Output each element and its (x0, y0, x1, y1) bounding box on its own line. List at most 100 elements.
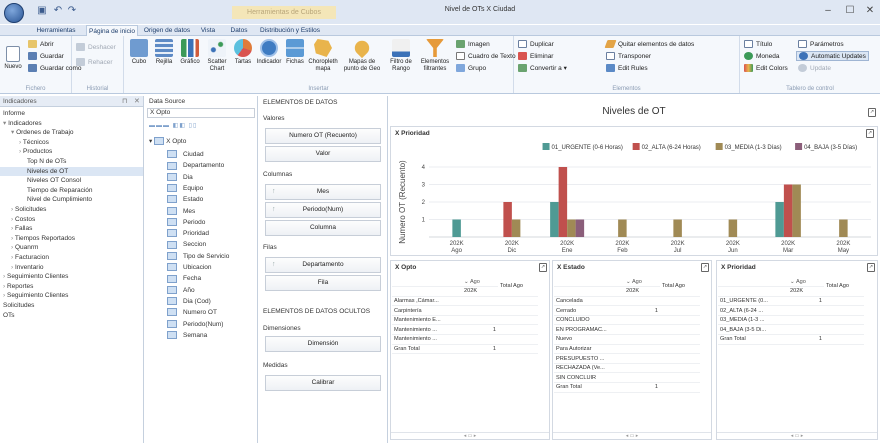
field-item[interactable]: Semana (167, 330, 207, 341)
edit-colors-button[interactable]: Edit Colors (744, 64, 788, 74)
insert-geo-map-button[interactable]: Mapas de punto de Geo (342, 37, 382, 73)
parameters-button[interactable]: Parámetros (798, 40, 844, 50)
table-row[interactable]: 04_BAJA (3-5 Di... (718, 324, 864, 336)
close-panel-icon[interactable]: ✕ (134, 97, 140, 105)
pivot-column-header[interactable]: ⌄ Ago (624, 277, 660, 288)
insert-chart-button[interactable]: Gráfico (178, 39, 202, 66)
field-item[interactable]: Seccion (167, 239, 206, 250)
horizontal-scrollbar[interactable]: ◂ ▭ ▸ (391, 432, 549, 439)
table-row[interactable]: Gran Total 1 (554, 382, 700, 393)
value-numero-ot[interactable]: Numero OT (Recuento) (265, 128, 381, 144)
update-button[interactable]: Update (798, 64, 831, 74)
table-row[interactable]: Para Autorizar (554, 344, 700, 355)
remove-data-items-button[interactable]: Quitar elementos de datos (604, 40, 694, 50)
dimension-placeholder[interactable]: Dimensión (265, 336, 381, 352)
convert-to-button[interactable]: Convertir a ▾ (518, 64, 567, 74)
tree-item[interactable]: › Técnicos (0, 138, 143, 148)
field-item[interactable]: Mes (167, 206, 195, 217)
table-row[interactable]: EN PROGRAMAC... (554, 324, 700, 336)
source-toolbar-icons[interactable]: ▬▬▬ ◧◧ ▯▯ (149, 122, 209, 131)
insert-gauge-button[interactable]: Indicador (256, 39, 282, 66)
new-button[interactable]: Nuevo (2, 46, 24, 71)
table-row[interactable]: 02_ALTA (6-24 ... (718, 305, 864, 316)
export-dashboard-icon[interactable]: ↗ (868, 108, 876, 117)
table-row[interactable]: RECHAZADA (Ve... (554, 363, 700, 374)
tree-item[interactable]: ▾ Ordenes de Trabajo (0, 128, 143, 138)
tree-item[interactable]: › Solicitudes (0, 205, 143, 215)
column-mes[interactable]: ↑ Mes (265, 184, 381, 200)
tree-item[interactable]: Tiempo de Reparación (0, 186, 143, 196)
redo-icon[interactable]: ↷ (66, 5, 78, 17)
table-row[interactable]: Mantenimiento ... 1 (392, 324, 538, 336)
data-source-selector[interactable]: X Opto (147, 108, 255, 118)
tab-origen-datos[interactable]: Origen de datos (142, 25, 192, 36)
tree-item[interactable]: Nivel de Cumplimiento (0, 195, 143, 205)
undo-icon[interactable]: ↶ (52, 5, 64, 17)
tree-item[interactable]: › Reportes (0, 282, 143, 292)
duplicate-button[interactable]: Duplicar (518, 40, 554, 50)
save-icon[interactable]: ▣ (36, 5, 48, 17)
tree-item[interactable]: Solicitudes (0, 301, 143, 311)
edit-rules-button[interactable]: Edit Rules (606, 64, 648, 74)
tree-item[interactable]: › Inventario (0, 263, 143, 273)
tree-item[interactable]: Niveles OT Consol (0, 176, 143, 186)
pin-icon[interactable]: ⊓ (122, 97, 127, 105)
field-item[interactable]: Numero OT (167, 307, 217, 318)
field-item[interactable]: Año (167, 285, 195, 296)
table-row[interactable]: PRESUPUESTO ... (554, 353, 700, 364)
field-item[interactable]: Ciudad (167, 149, 204, 160)
insert-grid-button[interactable]: Rejilla (152, 39, 176, 66)
insert-image-button[interactable]: Imagen (456, 40, 490, 50)
table-row[interactable]: SIN CONCLUIR (554, 372, 700, 384)
tree-item[interactable]: › Fallas (0, 224, 143, 234)
tree-item[interactable]: Top N de OTs (0, 157, 143, 167)
pivot-column-header[interactable]: ⌄ Ago (788, 277, 824, 288)
export-pivot-icon[interactable]: ↗ (701, 263, 709, 272)
tree-item[interactable]: › Quanrm (0, 243, 143, 253)
field-item[interactable]: Tipo de Servicio (167, 251, 229, 262)
table-row[interactable]: Mantenimiento E... (392, 315, 538, 326)
field-item[interactable]: Fecha (167, 273, 201, 284)
table-row[interactable]: 03_MEDIA (1-3 ... (718, 315, 864, 326)
horizontal-scrollbar[interactable]: ◂ ▭ ▸ (717, 432, 877, 439)
tab-vista[interactable]: Vista (196, 25, 220, 36)
table-row[interactable]: Cerrado 1 (554, 305, 700, 316)
tree-root-x-opto[interactable]: ▾ X Opto (149, 137, 186, 146)
redo-ribbon-button[interactable]: Rehacer (76, 58, 113, 68)
save-ribbon-button[interactable]: Guardar (28, 52, 64, 62)
table-row[interactable]: Mantenimiento ... (392, 334, 538, 345)
tab-distribucion[interactable]: Distribución y Estilos (256, 25, 324, 36)
tree-item[interactable]: ▾ Indicadores (0, 119, 143, 129)
row-placeholder[interactable]: Fila (265, 275, 381, 291)
insert-group-button[interactable]: Grupo (456, 64, 486, 74)
tree-item[interactable]: › Facturacion (0, 253, 143, 263)
table-row[interactable]: Gran Total 1 (392, 344, 538, 355)
tree-item[interactable]: › Productos (0, 147, 143, 157)
tree-item[interactable]: › Costos (0, 215, 143, 225)
tree-item[interactable]: › Seguimiento Clientes (0, 272, 143, 282)
maximize-button[interactable]: ☐ (840, 4, 860, 18)
insert-choropleth-button[interactable]: Choropleth mapa (308, 39, 338, 73)
minimize-button[interactable]: – (818, 4, 838, 18)
field-item[interactable]: Periodo(Num) (167, 319, 223, 330)
insert-cube-button[interactable]: Cubo (128, 39, 150, 66)
insert-scatter-button[interactable]: Scatter Chart (204, 39, 230, 73)
insert-textbox-button[interactable]: Cuadro de Texto (456, 52, 516, 62)
field-item[interactable]: Estado (167, 194, 203, 205)
currency-button[interactable]: Moneda (744, 52, 780, 62)
tree-item[interactable]: OTs (0, 311, 143, 321)
table-row[interactable]: Cancelada (554, 296, 700, 307)
export-pivot-icon[interactable]: ↗ (867, 263, 875, 272)
tab-herramientas[interactable]: Herramientas (30, 25, 82, 36)
tree-item[interactable]: Informe (0, 109, 143, 119)
table-row[interactable]: 01_URGENTE (0... 1 (718, 296, 864, 307)
field-item[interactable]: Dia (Cod) (167, 296, 211, 307)
table-row[interactable]: CONCLUIDO (554, 315, 700, 326)
field-item[interactable]: Departamento (167, 160, 224, 171)
tree-item[interactable]: › Seguimiento Clientes (0, 291, 143, 301)
insert-pie-button[interactable]: Tartas (232, 39, 254, 66)
column-periodo[interactable]: ↑ Periodo(Num) (265, 202, 381, 218)
automatic-updates-toggle[interactable]: Automatic Updates (796, 51, 869, 61)
insert-filter-elements-button[interactable]: Elementos filtrantes (418, 39, 452, 73)
tab-pagina-inicio[interactable]: Página de inicio (86, 25, 138, 36)
